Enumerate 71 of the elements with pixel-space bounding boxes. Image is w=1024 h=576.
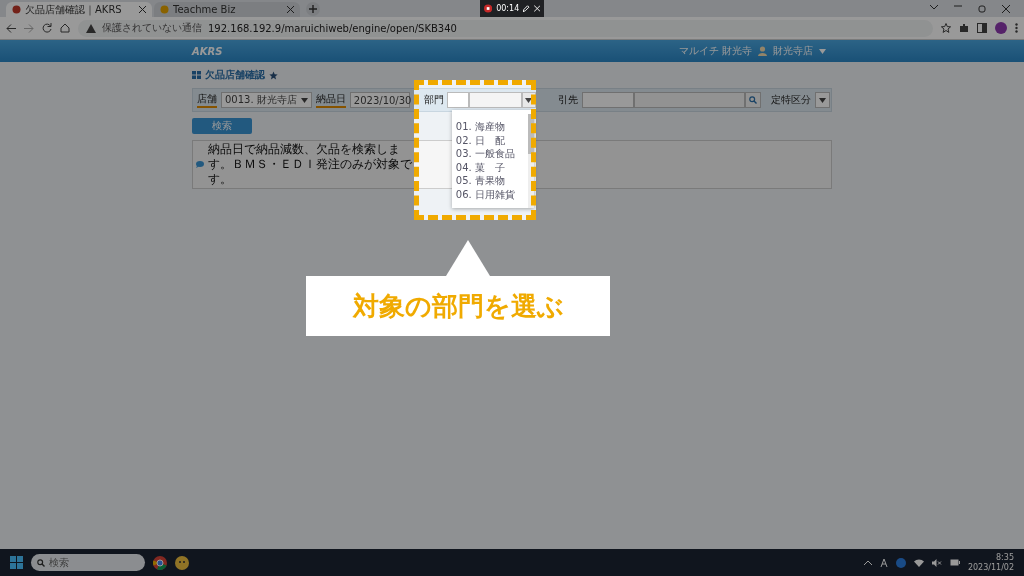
field-label: 納品日: [315, 92, 346, 108]
taskbar-search-field[interactable]: 検索: [31, 554, 145, 571]
dropdown-option[interactable]: 05. 青果物: [455, 174, 528, 188]
security-label: 保護されていない通信: [102, 21, 202, 35]
pencil-icon[interactable]: [523, 5, 530, 12]
clock-date: 2023/11/02: [967, 562, 1014, 573]
info-text: 納品日で納品減数、欠品を検索します。ＢＭＳ・ＥＤＩ発注のみが対象です。: [208, 142, 412, 187]
browser-tab[interactable]: Teachme Biz: [154, 2, 300, 17]
close-icon[interactable]: [139, 6, 146, 13]
caret-icon: [525, 97, 533, 103]
browser-tab[interactable]: 欠品店舗確認｜AKRS: [6, 2, 152, 17]
home-icon[interactable]: [60, 23, 70, 33]
address-bar[interactable]: 保護されていない通信 192.168.192.9/maruichiweb/engine/open/SKB340: [78, 19, 933, 37]
close-icon[interactable]: [1002, 4, 1010, 13]
caret-icon: [818, 97, 826, 103]
clock-time: 8:35: [996, 552, 1014, 563]
side-panel-icon[interactable]: [977, 23, 987, 33]
field-label: 引先: [557, 93, 578, 107]
tab-favicon-icon: [12, 5, 21, 14]
speaker-muted-icon[interactable]: [931, 558, 942, 567]
supplier-code-field[interactable]: [581, 92, 634, 108]
close-icon[interactable]: [287, 6, 294, 13]
warning-icon: [86, 23, 96, 33]
browser-icon[interactable]: [153, 555, 167, 570]
scrollbar[interactable]: [527, 114, 534, 208]
company-name: マルイチ 財光寺: [678, 44, 752, 58]
stop-icon[interactable]: [484, 4, 493, 13]
windows-start-icon[interactable]: [10, 556, 23, 569]
caret-icon: [300, 97, 308, 103]
department-name-field[interactable]: [468, 92, 522, 108]
star-icon[interactable]: [941, 23, 951, 33]
app-logo: AKRS: [192, 45, 223, 57]
field-label: 定特区分: [770, 93, 811, 107]
app-icon[interactable]: [175, 555, 189, 570]
tab-favicon-icon: [160, 5, 169, 14]
date-field[interactable]: 2023/10/30: [349, 92, 410, 108]
restore-icon[interactable]: [978, 4, 986, 13]
speech-bubble-icon: [196, 161, 204, 168]
back-arrow-icon[interactable]: [6, 23, 16, 33]
chevron-up-icon[interactable]: [863, 560, 872, 565]
recording-time: 00:14: [496, 4, 520, 13]
menu-icon[interactable]: [1015, 23, 1018, 33]
star-icon[interactable]: [269, 70, 278, 80]
page-title: 欠品店舗確認: [205, 68, 265, 82]
search-icon: [748, 96, 757, 104]
url-text: 192.168.192.9/maruichiweb/engine/open/SKB340: [208, 22, 457, 34]
puzzle-icon[interactable]: [959, 23, 969, 33]
wifi-icon[interactable]: [913, 558, 924, 567]
dropdown-option[interactable]: 02. 日 配: [455, 133, 528, 147]
field-label: 店舗: [197, 92, 217, 108]
callout-pointer: [446, 240, 490, 276]
dropdown-option[interactable]: 06. 日用雑貨: [455, 187, 528, 201]
dropdown-option[interactable]: 03. 一般食品: [455, 147, 528, 161]
chevron-down-icon[interactable]: [930, 4, 938, 10]
category-select[interactable]: [814, 92, 830, 108]
search-icon: [37, 558, 45, 567]
search-placeholder: 検索: [49, 555, 69, 570]
grid-icon: [192, 71, 201, 79]
department-code-field[interactable]: [446, 92, 469, 108]
reload-icon[interactable]: [42, 23, 52, 33]
dropdown-option[interactable]: 01. 海産物: [455, 120, 528, 134]
battery-icon[interactable]: [949, 559, 960, 566]
store-select[interactable]: 0013. 財光寺店: [221, 92, 312, 108]
dropdown-option[interactable]: 04. 菓 子: [455, 160, 528, 174]
user-icon: [758, 46, 767, 56]
avatar-icon[interactable]: [995, 22, 1007, 34]
supplier-name-field[interactable]: [633, 92, 745, 108]
caret-icon[interactable]: [819, 48, 826, 54]
new-tab-icon[interactable]: [306, 2, 320, 16]
keyboard-icon[interactable]: [879, 558, 888, 567]
field-label: 部門: [423, 93, 444, 107]
